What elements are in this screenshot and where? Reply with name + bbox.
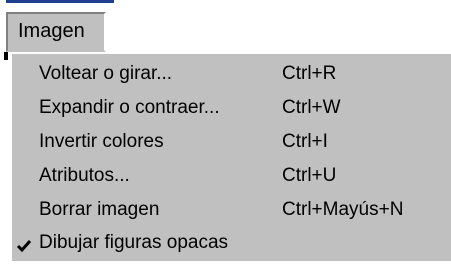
menu-item-shortcut: Ctrl+W	[282, 97, 341, 118]
menu-imagen-label: Imagen	[18, 20, 85, 42]
imagen-dropdown-menu: Voltear o girar... Ctrl+R Expandir o con…	[10, 52, 451, 261]
menu-item-label: Expandir o contraer...	[39, 97, 220, 118]
menu-item-voltear-o-girar[interactable]: Voltear o girar... Ctrl+R	[12, 58, 451, 90]
menu-item-dibujar-figuras-opacas[interactable]: Dibujar figuras opacas	[12, 227, 451, 259]
menu-item-label: Invertir colores	[39, 131, 164, 152]
menu-item-label: Borrar imagen	[39, 199, 160, 220]
check-icon	[15, 234, 33, 253]
menu-item-shortcut: Ctrl+I	[282, 131, 328, 152]
menu-item-atributos[interactable]: Atributos... Ctrl+U	[12, 160, 451, 192]
menu-item-shortcut: Ctrl+U	[282, 165, 337, 186]
menu-item-invertir-colores[interactable]: Invertir colores Ctrl+I	[12, 126, 451, 158]
menu-item-label: Atributos...	[39, 165, 130, 186]
menu-item-expandir-o-contraer[interactable]: Expandir o contraer... Ctrl+W	[12, 92, 451, 124]
menu-item-shortcut: Ctrl+Mayús+N	[282, 199, 404, 220]
menu-item-borrar-imagen[interactable]: Borrar imagen Ctrl+Mayús+N	[12, 194, 451, 226]
menu-item-shortcut: Ctrl+R	[282, 63, 337, 84]
menu-imagen[interactable]: Imagen	[6, 12, 106, 52]
menu-item-label: Voltear o girar...	[39, 63, 173, 84]
left-edge-mark	[4, 52, 8, 60]
menu-item-label: Dibujar figuras opacas	[39, 232, 229, 253]
window-accent-line	[6, 0, 114, 3]
